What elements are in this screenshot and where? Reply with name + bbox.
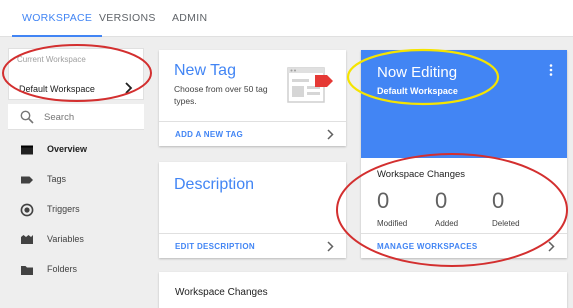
now-editing-workspace: Default Workspace (377, 86, 458, 96)
now-editing-header: Now Editing Default Workspace (361, 50, 567, 158)
trigger-icon (20, 203, 34, 217)
chevron-right-icon (548, 241, 555, 252)
stat-modified-label: Modified (377, 219, 408, 228)
edit-description-label: EDIT DESCRIPTION (175, 242, 255, 251)
stat-modified-value: 0 (377, 188, 390, 213)
now-editing-title: Now Editing (377, 64, 458, 81)
folder-icon (21, 266, 33, 275)
stat-added-label: Added (435, 219, 459, 228)
search-input[interactable] (44, 108, 140, 126)
stat-deleted-label: Deleted (492, 219, 520, 228)
workspace-changes-card-title: Workspace Changes (175, 287, 268, 298)
sidebar-item-label: Overview (47, 144, 88, 154)
edit-description-link[interactable]: EDIT DESCRIPTION (159, 233, 346, 258)
sidebar-item-label: Tags (47, 174, 67, 184)
chevron-right-icon (327, 129, 334, 140)
tab-versions[interactable]: VERSIONS (99, 0, 156, 37)
workspace-selector[interactable]: Current Workspace Default Workspace (8, 48, 144, 100)
add-new-tag-link[interactable]: ADD A NEW TAG (159, 121, 346, 146)
add-new-tag-label: ADD A NEW TAG (175, 130, 244, 139)
workspace-changes-label: Workspace Changes (377, 169, 466, 180)
now-editing-card: Now Editing Default Workspace Workspace … (361, 50, 567, 258)
new-tag-card: New Tag Choose from over 50 tag types. A… (159, 50, 346, 146)
sidebar-item-label: Variables (47, 234, 84, 244)
sidebar-item-label: Triggers (47, 204, 80, 214)
tag-template-illustration-icon (287, 67, 333, 103)
stat-modified: 0 Modified (377, 188, 407, 228)
tag-icon (21, 176, 33, 184)
stat-added: 0 Added (435, 188, 458, 228)
sidebar: Current Workspace Default Workspace Over… (0, 38, 152, 308)
new-tag-title[interactable]: New Tag (174, 62, 236, 80)
workspace-changes-card: Workspace Changes (159, 272, 567, 308)
tab-workspace[interactable]: WORKSPACE (11, 0, 103, 37)
manage-workspaces-link[interactable]: MANAGE WORKSPACES (361, 233, 567, 258)
stat-deleted: 0 Deleted (492, 188, 520, 228)
search-bar (8, 104, 144, 130)
more-options-icon[interactable] (549, 64, 553, 76)
stat-added-value: 0 (435, 188, 448, 213)
manage-workspaces-label: MANAGE WORKSPACES (377, 242, 478, 251)
workspace-name: Default Workspace (19, 84, 95, 94)
current-workspace-label: Current Workspace (17, 55, 86, 64)
tab-admin[interactable]: ADMIN (172, 0, 207, 37)
sidebar-item-folders[interactable]: Folders (0, 257, 152, 283)
variables-icon (21, 235, 33, 244)
sidebar-item-triggers[interactable]: Triggers (0, 197, 152, 223)
description-title: Description (174, 176, 255, 193)
sidebar-item-tags[interactable]: Tags (0, 167, 152, 193)
overview-icon (21, 145, 33, 155)
stat-deleted-value: 0 (492, 188, 505, 213)
sidebar-item-variables[interactable]: Variables (0, 227, 152, 253)
description-card: Description EDIT DESCRIPTION (159, 162, 346, 258)
search-icon (20, 110, 34, 124)
new-tag-subtitle: Choose from over 50 tag types. (174, 84, 268, 106)
top-tab-bar: WORKSPACE VERSIONS ADMIN (0, 0, 573, 37)
sidebar-item-overview[interactable]: Overview (0, 137, 152, 163)
chevron-right-icon (327, 241, 334, 252)
sidebar-item-label: Folders (47, 264, 78, 274)
chevron-right-icon (125, 82, 133, 94)
